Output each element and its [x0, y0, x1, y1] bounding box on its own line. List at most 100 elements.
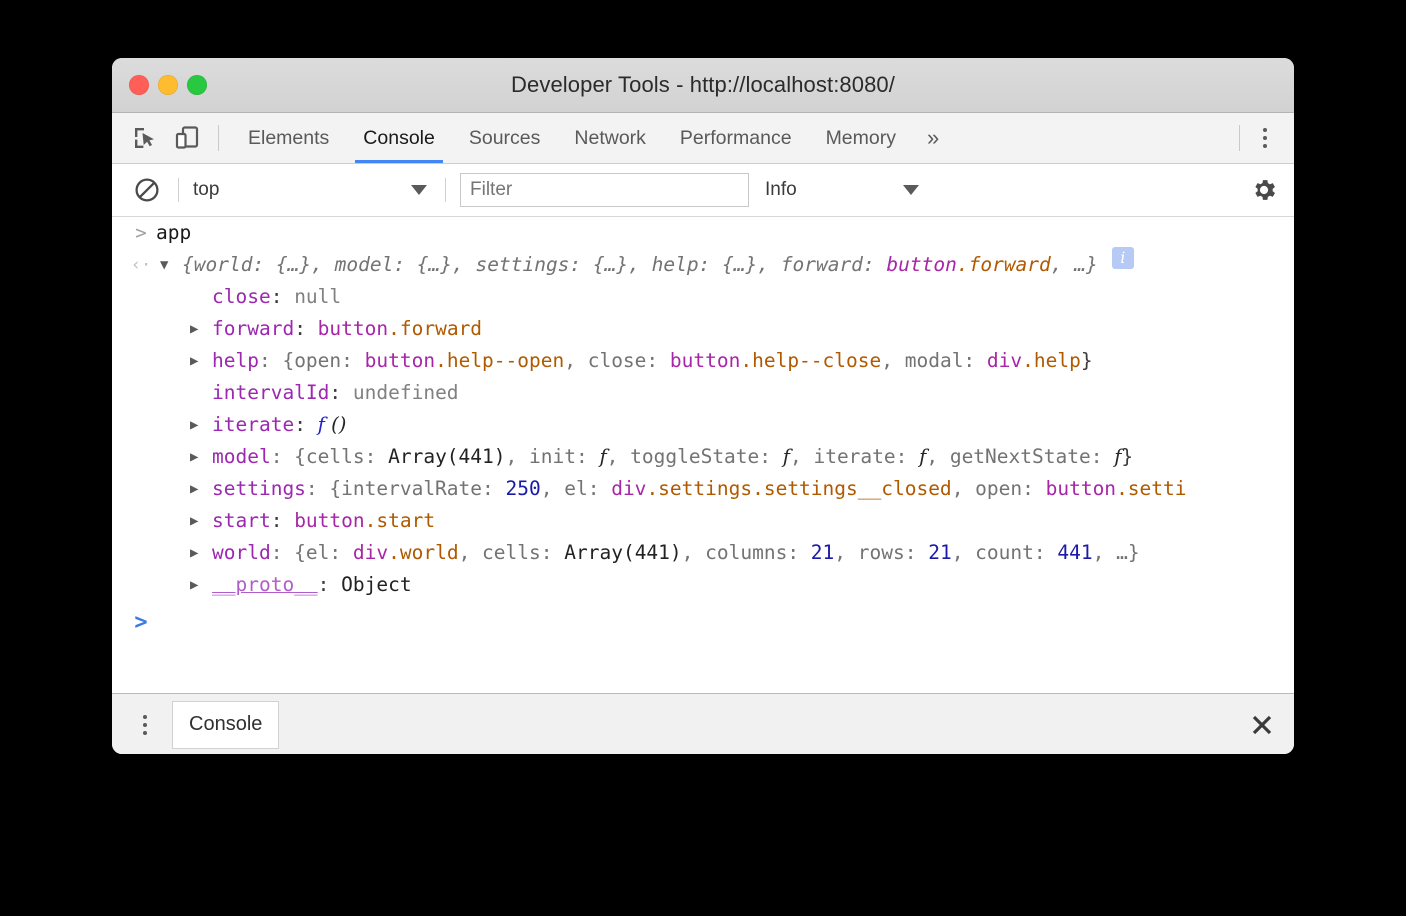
- token: , …}: [1093, 541, 1140, 564]
- filter-divider-1: [178, 178, 179, 202]
- tab-label: Elements: [248, 127, 329, 150]
- token: .help--close: [740, 349, 881, 372]
- token: :: [271, 509, 294, 532]
- token: null: [294, 285, 341, 308]
- more-options-icon[interactable]: [1250, 121, 1280, 155]
- property-name: forward: [212, 313, 294, 345]
- token: , cells:: [459, 541, 565, 564]
- token: 250: [506, 477, 541, 500]
- chevron-down-icon: [411, 185, 427, 195]
- zoom-window-button[interactable]: [187, 75, 207, 95]
- object-property-row[interactable]: ▶world: {el: div.world, cells: Array(441…: [112, 537, 1294, 569]
- close-window-button[interactable]: [129, 75, 149, 95]
- property-value: : {intervalRate: 250, el: div.settings.s…: [306, 473, 1187, 505]
- token: .setti: [1116, 477, 1186, 500]
- tab-label: Performance: [680, 127, 792, 150]
- property-value: : undefined: [329, 377, 458, 409]
- clear-console-icon[interactable]: [130, 173, 164, 207]
- object-property-row[interactable]: ▶start: button.start: [112, 505, 1294, 537]
- expand-toggle-icon[interactable]: ▶: [190, 345, 212, 377]
- window-title: Developer Tools - http://localhost:8080/: [112, 72, 1294, 98]
- filter-input[interactable]: [460, 173, 749, 207]
- expand-toggle-icon[interactable]: ▶: [190, 505, 212, 537]
- settings-gear-icon[interactable]: [1246, 172, 1282, 208]
- token: , modal:: [881, 349, 987, 372]
- more-tabs-button[interactable]: »: [913, 113, 953, 163]
- tab-network[interactable]: Network: [557, 113, 663, 163]
- toolbar-divider-right: [1239, 125, 1240, 151]
- object-property-row[interactable]: ▶iterate: f (): [112, 409, 1294, 441]
- token: 21: [811, 541, 834, 564]
- tab-performance[interactable]: Performance: [663, 113, 809, 163]
- expand-toggle-icon[interactable]: ▼: [160, 249, 182, 281]
- token: .forward: [388, 317, 482, 340]
- token: f: [318, 413, 325, 436]
- expand-toggle-icon[interactable]: ▶: [190, 409, 212, 441]
- token: , getNextState:: [926, 445, 1114, 468]
- tab-label: Memory: [826, 127, 896, 150]
- token: button: [294, 509, 364, 532]
- close-drawer-button[interactable]: [1244, 707, 1280, 743]
- expand-toggle-icon[interactable]: ▶: [190, 569, 212, 601]
- expand-toggle-spacer: ▶: [190, 377, 212, 409]
- property-value: : f (): [294, 409, 346, 441]
- token: f: [599, 445, 606, 468]
- object-preview: {world: {…}, model: {…}, settings: {…}, …: [182, 249, 1098, 281]
- token: div: [353, 541, 388, 564]
- log-level-value: Info: [765, 179, 903, 201]
- panel-tabs: Elements Console Sources Network Perform…: [231, 113, 953, 163]
- token: Array(441): [388, 445, 505, 468]
- token: , columns:: [682, 541, 811, 564]
- property-name: help: [212, 345, 259, 377]
- expand-toggle-icon[interactable]: ▶: [190, 473, 212, 505]
- token: button: [365, 349, 435, 372]
- execution-context-select[interactable]: top: [193, 179, 431, 201]
- object-property-row[interactable]: ▶forward: button.forward: [112, 313, 1294, 345]
- tab-label: Network: [574, 127, 646, 150]
- execution-context-value: top: [193, 179, 411, 201]
- drawer-more-options-icon[interactable]: [130, 708, 160, 742]
- token: .help: [1022, 349, 1081, 372]
- minimize-window-button[interactable]: [158, 75, 178, 95]
- tab-memory[interactable]: Memory: [809, 113, 913, 163]
- expand-toggle-icon[interactable]: ▶: [190, 313, 212, 345]
- token: {world: {…}, model: {…}, settings: {…}, …: [182, 253, 886, 276]
- object-property-row[interactable]: ▶model: {cells: Array(441), init: f, tog…: [112, 441, 1294, 473]
- token: Array(441): [564, 541, 681, 564]
- expand-toggle-icon[interactable]: ▶: [190, 441, 212, 473]
- object-property-row[interactable]: ▶settings: {intervalRate: 250, el: div.s…: [112, 473, 1294, 505]
- token: 21: [928, 541, 951, 564]
- tab-label: Console: [363, 127, 435, 150]
- property-value: : {open: button.help--open, close: butto…: [259, 345, 1093, 377]
- devtools-tabbar: Elements Console Sources Network Perform…: [112, 113, 1294, 164]
- token: .start: [365, 509, 435, 532]
- tab-console[interactable]: Console: [346, 113, 452, 163]
- object-property-row[interactable]: ▶close: null: [112, 281, 1294, 313]
- console-input-text: app: [156, 217, 191, 249]
- inspect-element-icon[interactable]: [126, 119, 164, 157]
- token: .forward: [957, 253, 1051, 276]
- device-toolbar-icon[interactable]: [168, 119, 206, 157]
- token: , count:: [952, 541, 1058, 564]
- tabbar-right-group: [1235, 121, 1294, 155]
- token: , init:: [506, 445, 600, 468]
- property-name: __proto__: [212, 569, 318, 601]
- object-property-row[interactable]: ▶__proto__: Object: [112, 569, 1294, 601]
- console-prompt-row[interactable]: >: [112, 601, 1294, 645]
- token: div: [611, 477, 646, 500]
- info-badge: i: [1112, 247, 1134, 269]
- toolbar-divider: [218, 125, 219, 151]
- token: button: [1046, 477, 1116, 500]
- window-titlebar: Developer Tools - http://localhost:8080/: [112, 58, 1294, 113]
- expand-toggle-icon[interactable]: ▶: [190, 537, 212, 569]
- chevron-down-icon: [903, 185, 919, 195]
- object-property-row[interactable]: ▶help: {open: button.help--open, close: …: [112, 345, 1294, 377]
- object-property-row[interactable]: ▶intervalId: undefined: [112, 377, 1294, 409]
- log-level-select[interactable]: Info: [765, 179, 923, 201]
- tab-elements[interactable]: Elements: [231, 113, 346, 163]
- console-output[interactable]: > app ‹· ▼ {world: {…}, model: {…}, sett…: [112, 217, 1294, 693]
- property-value: : button.forward: [294, 313, 482, 345]
- token: , rows:: [834, 541, 928, 564]
- drawer-tab-console[interactable]: Console: [172, 701, 279, 749]
- tab-sources[interactable]: Sources: [452, 113, 558, 163]
